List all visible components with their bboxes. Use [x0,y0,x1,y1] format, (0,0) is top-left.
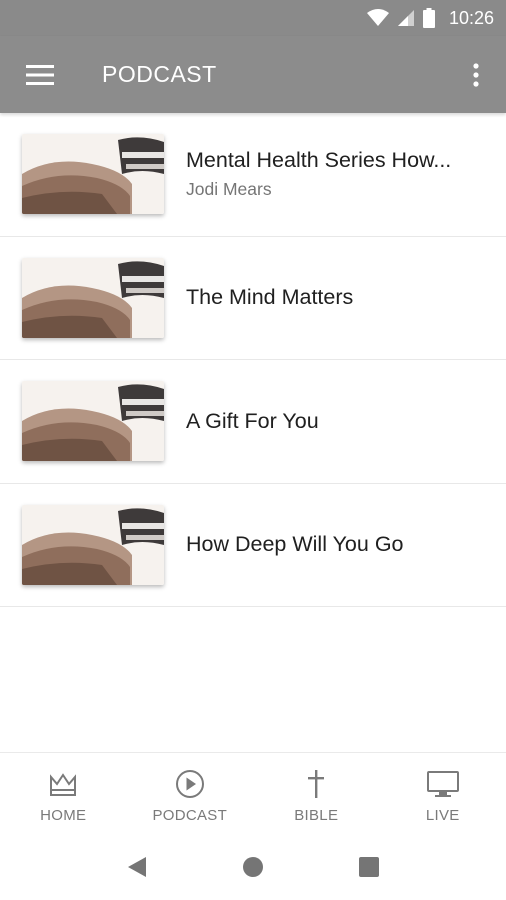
nav-label: HOME [40,807,87,824]
podcast-thumbnail [22,134,164,215]
nav-live[interactable]: LIVE [380,753,506,834]
podcast-text: A Gift For You [186,409,482,434]
podcast-item-4[interactable]: How Deep Will You Go [0,484,506,607]
podcast-thumbnail [22,381,164,462]
status-icons: 10:26 [366,7,494,29]
podcast-item-1[interactable]: Mental Health Series How... Jodi Mears [0,113,506,237]
podcast-item-3[interactable]: A Gift For You [0,360,506,484]
back-icon[interactable] [126,855,148,879]
status-time: 10:26 [448,7,494,28]
bottom-nav: HOME PODCAST BIBLE LIVE [0,752,506,834]
wifi-icon [366,9,389,26]
podcast-text: Mental Health Series How... Jodi Mears [186,148,482,200]
nav-label: PODCAST [152,807,228,824]
system-nav-bar [0,834,506,900]
more-vert-icon [473,62,479,87]
hamburger-icon [26,64,54,85]
podcast-title: How Deep Will You Go [186,532,404,557]
crown-icon [48,769,78,799]
podcast-title: A Gift For You [186,408,319,433]
tv-icon [426,769,459,799]
nav-bible[interactable]: BIBLE [253,753,380,834]
page-title: PODCAST [102,61,217,87]
nav-label: LIVE [425,807,460,824]
podcast-item-2[interactable]: The Mind Matters [0,237,506,360]
signal-icon [397,10,414,26]
cross-icon [306,769,326,799]
home-circle-icon[interactable] [241,855,265,879]
podcast-list: Mental Health Series How... Jodi Mears T… [0,113,506,607]
app-bar: PODCAST [0,36,506,113]
podcast-thumbnail [22,257,164,338]
nav-podcast[interactable]: PODCAST [127,753,254,834]
menu-button[interactable] [0,36,80,113]
podcast-title: Mental Health Series How... [186,148,452,173]
nav-home[interactable]: HOME [0,753,127,834]
status-bar: 10:26 [0,0,506,36]
play-circle-icon [175,769,205,799]
podcast-title: The Mind Matters [186,285,354,310]
nav-label: BIBLE [294,807,339,824]
podcast-author: Jodi Mears [186,179,272,200]
recents-icon[interactable] [358,856,380,878]
podcast-thumbnail [22,504,164,585]
podcast-text: The Mind Matters [186,285,482,310]
battery-icon [422,8,435,28]
overflow-menu-button[interactable] [446,36,506,113]
podcast-text: How Deep Will You Go [186,532,482,557]
